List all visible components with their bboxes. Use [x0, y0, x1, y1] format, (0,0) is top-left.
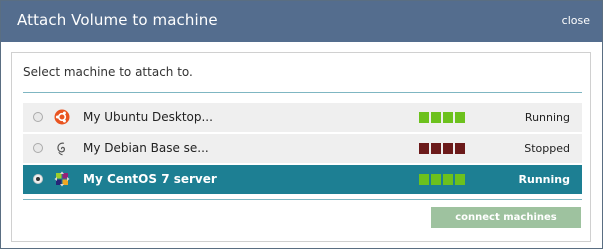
- dialog-title: Attach Volume to machine: [17, 11, 218, 29]
- debian-icon: [57, 142, 65, 156]
- list-divider-top: [23, 92, 582, 93]
- machine-name: My Ubuntu Desktop...: [83, 110, 213, 124]
- machine-status: Stopped: [524, 142, 570, 155]
- status-indicator-stopped: [419, 143, 467, 155]
- centos-icon: [54, 171, 70, 187]
- machine-status: Running: [518, 173, 570, 186]
- machine-row-centos[interactable]: My CentOS 7 server Running: [23, 165, 582, 194]
- machine-radio-selected[interactable]: [33, 174, 43, 184]
- machine-name: My CentOS 7 server: [83, 172, 217, 186]
- list-divider-bottom: [23, 199, 582, 200]
- machine-name: My Debian Base se...: [83, 141, 209, 155]
- machine-row-ubuntu[interactable]: My Ubuntu Desktop... Running: [23, 103, 582, 132]
- close-button[interactable]: close: [562, 14, 590, 27]
- machine-radio[interactable]: [33, 112, 43, 122]
- status-indicator-running: [419, 112, 467, 124]
- attach-volume-dialog: Attach Volume to machine close Select ma…: [0, 0, 603, 249]
- machine-row-debian[interactable]: My Debian Base se... Stopped: [23, 134, 582, 163]
- ubuntu-icon: [54, 109, 70, 125]
- status-indicator-running: [419, 174, 467, 186]
- dialog-titlebar: Attach Volume to machine close: [1, 1, 602, 42]
- connect-machines-button[interactable]: connect machines: [431, 207, 581, 228]
- machine-status: Running: [524, 111, 570, 124]
- machine-radio[interactable]: [33, 143, 43, 153]
- select-machine-prompt: Select machine to attach to.: [23, 65, 193, 79]
